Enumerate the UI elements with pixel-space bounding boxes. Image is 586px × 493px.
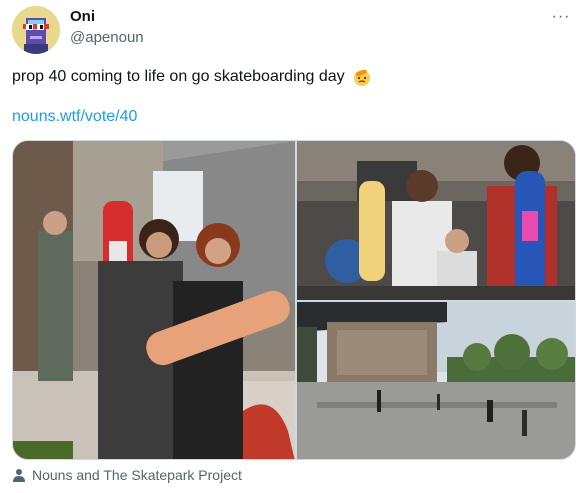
author-handle[interactable]: @apenoun xyxy=(70,29,144,46)
media-caption[interactable]: Nouns and The Skatepark Project xyxy=(12,466,242,484)
tweet-text: prop 40 coming to life on go skateboardi… xyxy=(12,68,345,85)
media-grid xyxy=(12,140,576,460)
photo-skatepark-under-bridge[interactable] xyxy=(297,302,575,459)
photo-kids-with-skateboards[interactable] xyxy=(297,141,575,300)
noun-avatar-icon xyxy=(12,6,60,54)
saluting-face-emoji-icon xyxy=(352,67,372,87)
vote-link[interactable]: nouns.wtf/vote/40 xyxy=(12,108,137,126)
caption-text: Nouns and The Skatepark Project xyxy=(32,467,242,483)
person-icon xyxy=(12,468,26,482)
more-options-icon[interactable]: ··· xyxy=(548,4,574,30)
tweet: Oni @apenoun ··· prop 40 coming to life … xyxy=(0,0,586,493)
photo-skaters-holding-boards[interactable] xyxy=(13,141,295,459)
avatar[interactable] xyxy=(12,6,60,54)
author-name[interactable]: Oni xyxy=(70,8,95,25)
tweet-text-line: prop 40 coming to life on go skateboardi… xyxy=(12,66,372,88)
